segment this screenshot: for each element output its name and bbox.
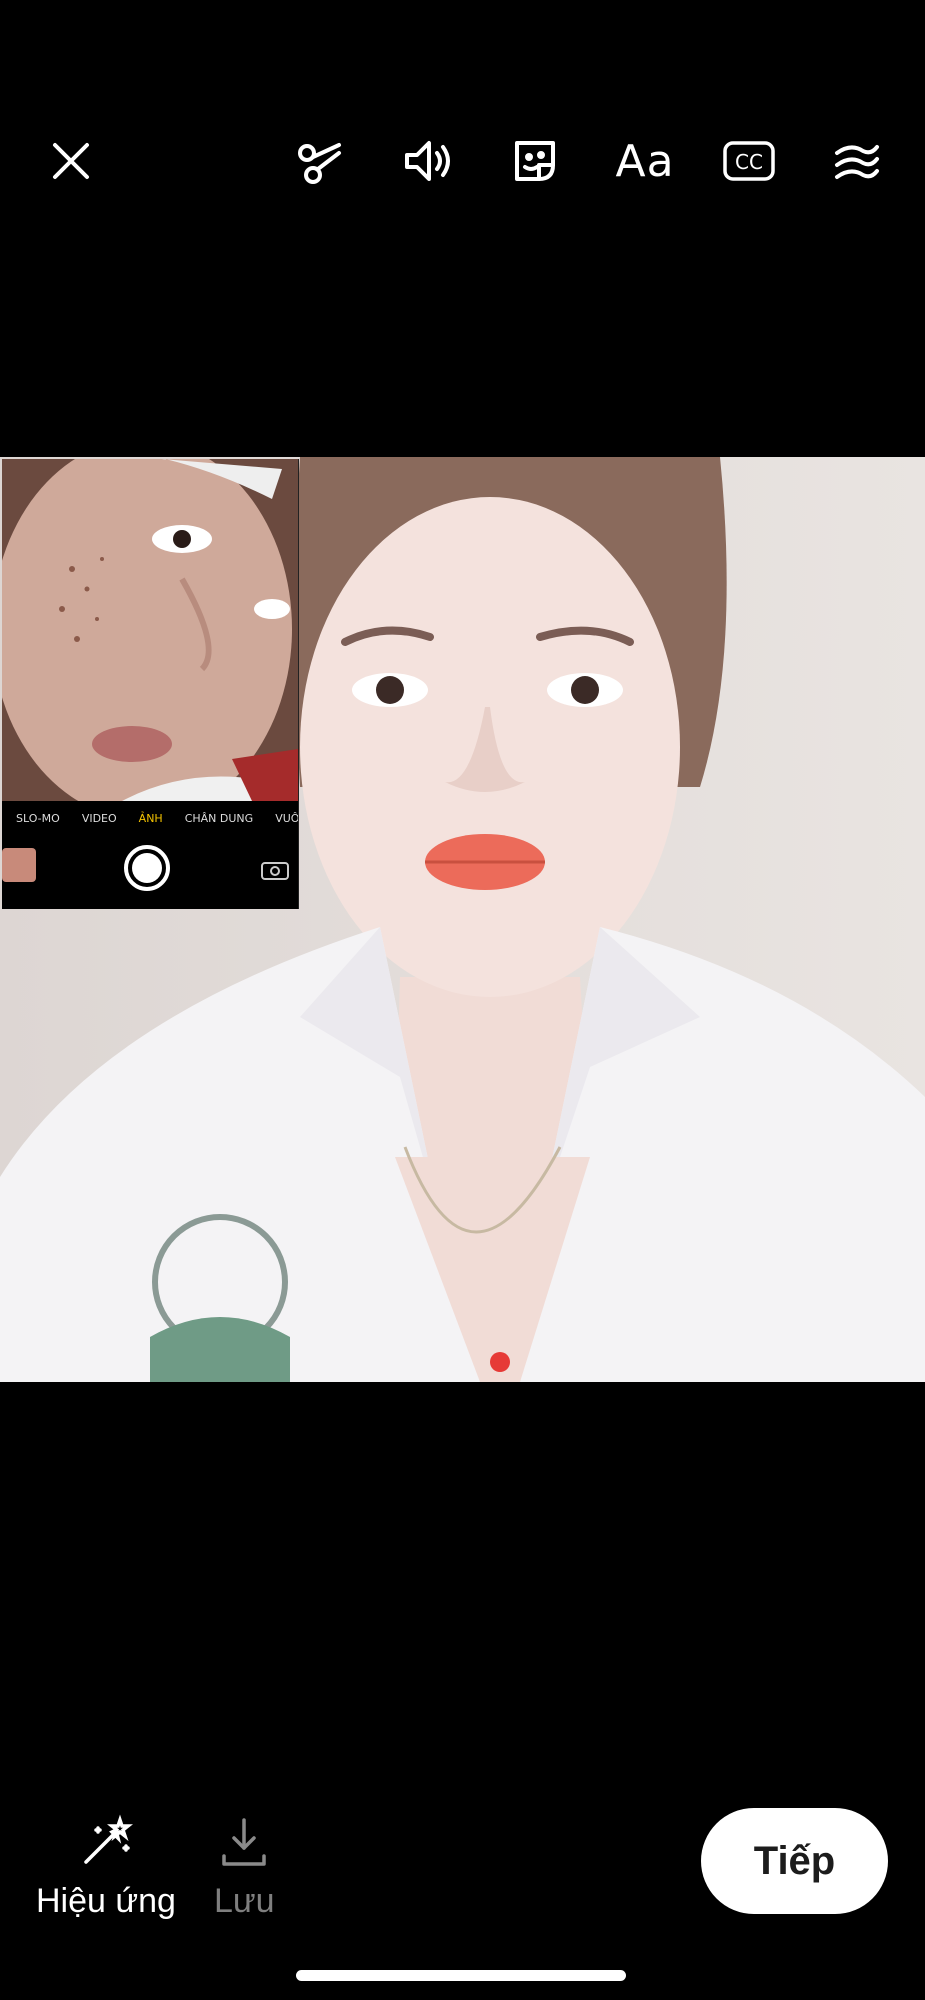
save-label: Lưu bbox=[214, 1882, 275, 1920]
pip-camera-switch-icon bbox=[261, 862, 289, 880]
mode-portrait: CHÂN DUNG bbox=[184, 812, 254, 825]
effects-button[interactable]: Hiệu ứng bbox=[36, 1812, 176, 1921]
scissors-icon[interactable] bbox=[288, 128, 354, 194]
text-icon[interactable]: Aa bbox=[610, 128, 680, 194]
next-button[interactable]: Tiếp bbox=[701, 1808, 888, 1914]
save-button[interactable]: Lưu bbox=[214, 1812, 275, 1921]
volume-icon[interactable] bbox=[396, 128, 462, 194]
mode-slo-mo: SLO-MO bbox=[16, 812, 60, 825]
pip-shutter-icon bbox=[124, 845, 170, 891]
mode-square: VUÔ bbox=[275, 812, 299, 825]
home-indicator bbox=[296, 1970, 626, 1981]
captions-icon-label: CC bbox=[735, 150, 763, 174]
pip-camera-screenshot: SLO-MO VIDEO ẢNH CHÂN DUNG VUÔ bbox=[2, 459, 299, 909]
effects-label: Hiệu ứng bbox=[36, 1882, 176, 1920]
mode-photo: ẢNH bbox=[138, 812, 163, 825]
download-icon bbox=[222, 1818, 267, 1866]
pip-face-image bbox=[2, 459, 298, 801]
close-icon[interactable] bbox=[38, 128, 104, 194]
sticker-icon[interactable] bbox=[502, 128, 568, 194]
magic-wand-icon bbox=[84, 1814, 133, 1864]
text-icon-label: Aa bbox=[615, 135, 675, 187]
captions-icon[interactable]: CC bbox=[716, 128, 782, 194]
pip-gallery-thumbnail bbox=[2, 848, 36, 882]
filter-icon[interactable] bbox=[824, 128, 890, 194]
camera-mode-strip: SLO-MO VIDEO ẢNH CHÂN DUNG VUÔ bbox=[2, 812, 299, 832]
mode-video: VIDEO bbox=[81, 812, 117, 825]
top-toolbar: Aa CC bbox=[0, 0, 925, 330]
